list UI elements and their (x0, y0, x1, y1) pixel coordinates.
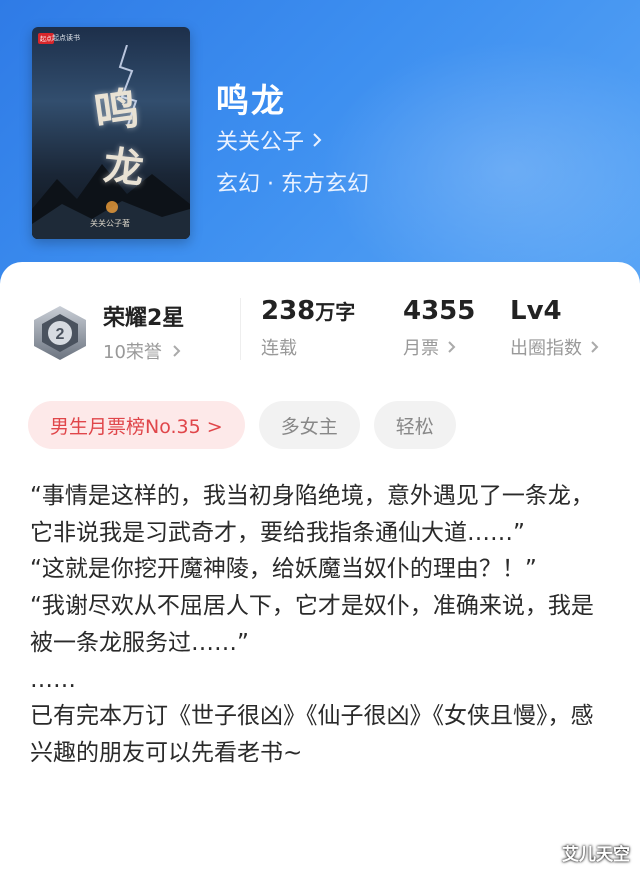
honor-points-link[interactable]: 10荣誉 (103, 338, 181, 364)
book-title: 鸣龙 (216, 81, 286, 120)
honor-points: 10荣誉 (103, 342, 162, 363)
synopsis-paragraph: “这就是你挖开魔神陵，给妖魔当奴仆的理由？！” (30, 556, 537, 583)
cover-publisher: 起点读书 (52, 34, 80, 42)
monthly-ticket-stat[interactable]: 4355 月票 (403, 296, 475, 360)
author-name: 关关公子 (216, 130, 305, 155)
monthly-ticket-value: 4355 (403, 296, 476, 326)
word-count-unit: 万字 (315, 300, 356, 324)
chevron-right-icon (591, 341, 599, 353)
chevron-right-icon (173, 345, 181, 357)
tag-row: 男生月票榜No.35 > 多女主 轻松 (28, 401, 456, 449)
synopsis-paragraph: …… (30, 666, 76, 693)
book-detail-card: 2 荣耀2星 10荣誉 238万字 连载 4355 月票 Lv4 出圈指数 男生… (0, 262, 640, 875)
watermark: 艾儿天空 (562, 845, 630, 865)
synopsis-paragraph: 已有完本万订《世子很凶》《仙子很凶》《女侠且慢》，感兴趣的朋友可以先看老书~ (30, 703, 594, 766)
honor-level[interactable]: 荣耀2星 (103, 300, 184, 332)
chevron-right-icon (313, 133, 322, 147)
popularity-level: Lv4 (510, 296, 562, 326)
tag-chip[interactable]: 轻松 (373, 401, 456, 449)
serial-status: 连载 (261, 338, 297, 359)
popularity-index-label: 出圈指数 (510, 338, 582, 359)
book-header: 起点 起点读书 鸣 龙 关关公子著 鸣龙 关关公子 玄幻 · 东方玄幻 (0, 0, 640, 300)
word-count-stat: 238万字 连载 (261, 296, 355, 360)
word-count-value: 238 (261, 296, 316, 326)
stats-divider (240, 298, 241, 360)
cover-title-char-2: 龙 (101, 142, 146, 193)
book-genre[interactable]: 玄幻 · 东方玄幻 (216, 166, 369, 198)
author-link[interactable]: 关关公子 (216, 124, 322, 156)
tag-chip[interactable]: 多女主 (258, 401, 360, 449)
rank-tag[interactable]: 男生月票榜No.35 > (28, 401, 245, 449)
chevron-right-icon (448, 341, 456, 353)
popularity-index-stat[interactable]: Lv4 出圈指数 (510, 296, 599, 360)
synopsis-paragraph: “事情是这样的，我当初身陷绝境，意外遇见了一条龙，它非说我是习武奇才，要给我指条… (30, 483, 594, 546)
honor-badge-icon: 2 (34, 306, 86, 360)
monthly-ticket-label: 月票 (403, 338, 439, 359)
synopsis-paragraph: “我谢尽欢从不屈居人下，它才是奴仆，准确来说，我是被一条龙服务过……” (30, 593, 594, 656)
stats-bar: 2 荣耀2星 10荣誉 238万字 连载 4355 月票 Lv4 出圈指数 (0, 262, 640, 382)
book-cover[interactable]: 起点 起点读书 鸣 龙 关关公子著 (32, 27, 190, 239)
cover-title-char-1: 鸣 (91, 83, 142, 140)
svg-text:2: 2 (56, 326, 65, 343)
synopsis[interactable]: “事情是这样的，我当初身陷绝境，意外遇见了一条龙，它非说我是习武奇才，要给我指条… (30, 478, 610, 772)
cover-author-sign: 关关公子著 (90, 219, 130, 228)
